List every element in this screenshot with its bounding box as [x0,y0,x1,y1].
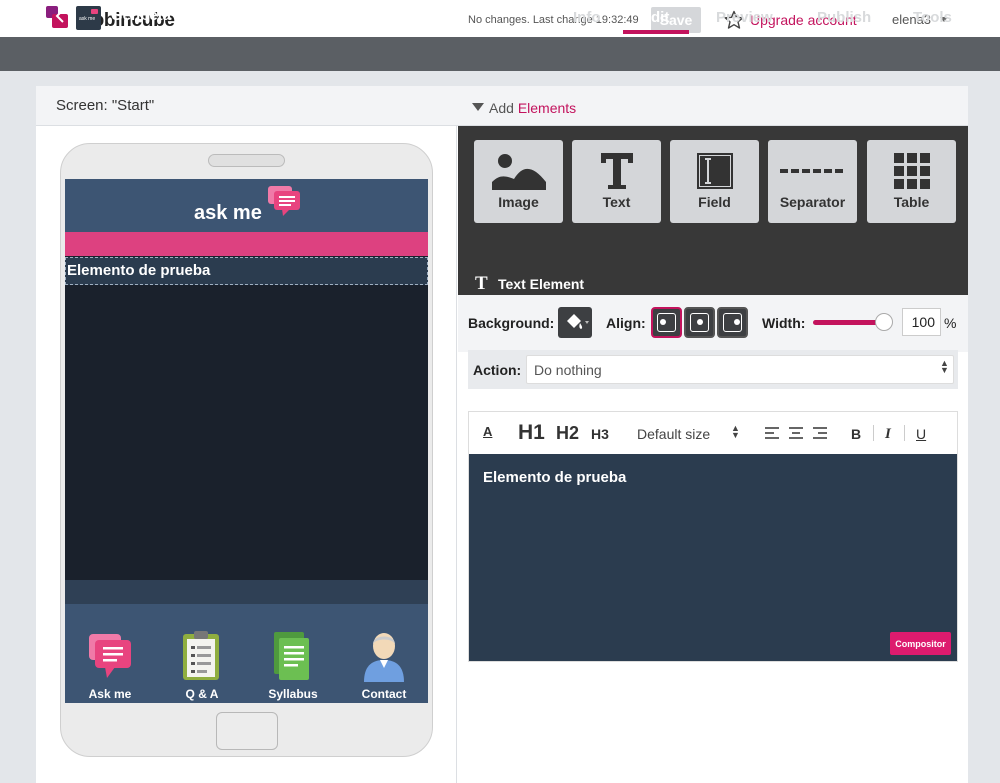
align-left-text-icon[interactable] [765,427,779,439]
background-label: Background: [468,315,555,331]
tab-preview[interactable]: Preview [716,9,773,26]
back-arrow-icon[interactable] [55,8,65,24]
align-left-button[interactable] [651,307,682,338]
text-element-title: Text Element [498,276,585,292]
table-grid-icon [893,153,930,189]
phone-accent-stripe [65,232,428,256]
width-slider-thumb[interactable] [875,313,893,331]
select-arrows-icon: ▲ ▼ [940,358,949,375]
action-select-value: Do nothing [534,362,602,378]
chat-bubble-icon[interactable] [87,632,133,682]
separator-label: Separator [779,194,846,210]
add-suffix: Elements [517,100,577,116]
align-right-text-icon[interactable] [813,427,827,439]
phone-home-button [216,712,278,750]
document-stack-icon[interactable] [272,632,312,682]
clipboard-icon[interactable] [181,630,221,682]
nav-bar [0,37,1000,71]
background-picker[interactable] [558,307,592,338]
text-label: Text [602,194,631,210]
add-table-button[interactable]: Table [867,140,956,223]
app-icon-text: ask me [79,16,96,22]
bold-icon[interactable]: B [851,426,861,442]
phone-footer-gap [65,580,428,604]
tab-info[interactable]: Info [573,9,601,26]
add-elements-toggle[interactable]: Add Elements [489,100,576,116]
action-label: Action: [473,362,522,378]
phone-text-element-label: Elemento de prueba [67,262,211,279]
panel-divider [456,126,457,783]
image-icon [491,154,546,190]
save-status: No changes. Last change 19:32:49 [468,14,639,26]
tab-edit[interactable]: Edit [641,9,669,26]
active-tab-indicator [623,30,689,34]
font-color-icon[interactable]: A [483,424,492,439]
phone-tab-q-and-a[interactable]: Q & A [162,687,242,701]
heading-2-button[interactable]: H2 [556,423,579,444]
width-label: Width: [762,315,806,331]
phone-tab-syllabus[interactable]: Syllabus [253,687,333,701]
toolbar-divider [873,425,874,441]
width-input[interactable] [902,308,941,336]
add-text-button[interactable]: Text [572,140,661,223]
tab-publish[interactable]: Publish [817,9,871,26]
paint-bucket-icon [567,314,589,329]
editor-content-text[interactable]: Elemento de prueba [483,469,626,486]
font-size-select[interactable]: Default size [637,426,710,442]
phone-tab-ask-me[interactable]: Ask me [70,687,150,701]
align-right-button[interactable] [717,307,748,338]
width-unit: % [944,315,957,331]
field-label: Field [698,194,731,210]
askme-logo-text: ask me [194,202,262,224]
app-icon: ask me [76,6,101,30]
triangle-down-icon[interactable] [472,103,484,111]
screen-title: Screen: "Start" [56,97,155,114]
text-element-icon: T [475,273,488,294]
add-separator-button[interactable]: Separator [768,140,857,223]
align-center-button[interactable] [684,307,715,338]
image-label: Image [498,194,539,210]
add-prefix: Add [489,100,514,116]
phone-speaker [208,154,285,167]
text-t-icon [600,153,633,189]
tab-tools[interactable]: Tools [913,9,952,26]
chat-bubble-icon [268,186,300,216]
underline-icon[interactable]: U [916,426,926,442]
phone-tab-contact[interactable]: Contact [344,687,424,701]
app-name: Genbeta [111,7,172,24]
select-arrows-icon: ▲ ▼ [731,423,740,440]
table-label: Table [893,194,930,210]
heading-3-button[interactable]: H3 [591,426,609,442]
add-field-button[interactable]: Field [670,140,759,223]
add-image-button[interactable]: Image [474,140,563,223]
italic-icon[interactable]: I [885,426,891,443]
person-icon[interactable] [362,630,406,682]
toolbar-divider [904,425,905,441]
compositor-button[interactable]: Compositor [890,632,951,655]
align-label: Align: [606,315,646,331]
heading-1-button[interactable]: H1 [518,421,545,445]
input-field-icon [696,153,733,189]
separator-icon [779,169,843,173]
align-center-text-icon[interactable] [789,427,803,439]
phone-screen-body[interactable] [65,256,428,580]
